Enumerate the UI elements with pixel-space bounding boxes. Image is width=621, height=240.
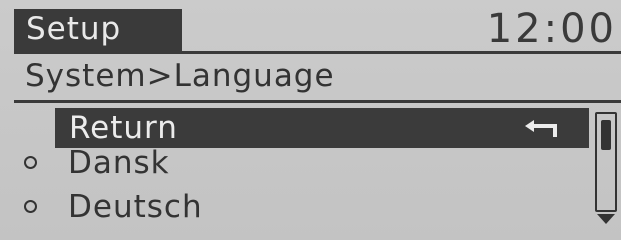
radio-deutsch-icon [24,200,37,213]
menu-item-label: Deutsch [68,189,203,225]
breadcrumb: System>Language [25,58,335,94]
menu-item-return[interactable]: Return [55,108,589,148]
scrollbar[interactable] [595,112,617,212]
menu-item-label: Dansk [68,145,170,181]
return-arrow-icon [525,120,557,137]
menu-item-label: Return [69,110,178,146]
page-title: Setup [26,11,122,47]
menu-item-dansk[interactable]: Dansk [55,143,589,183]
scrollbar-thumb[interactable] [601,120,611,150]
radio-dansk-icon [24,156,37,169]
menu-item-deutsch[interactable]: Deutsch [55,187,589,227]
clock: 12:00 [486,6,617,52]
breadcrumb-divider [14,100,621,103]
scroll-down-arrow-icon[interactable] [597,214,615,226]
setup-screen: Setup 12:00 System>Language Return Dansk… [0,0,621,240]
